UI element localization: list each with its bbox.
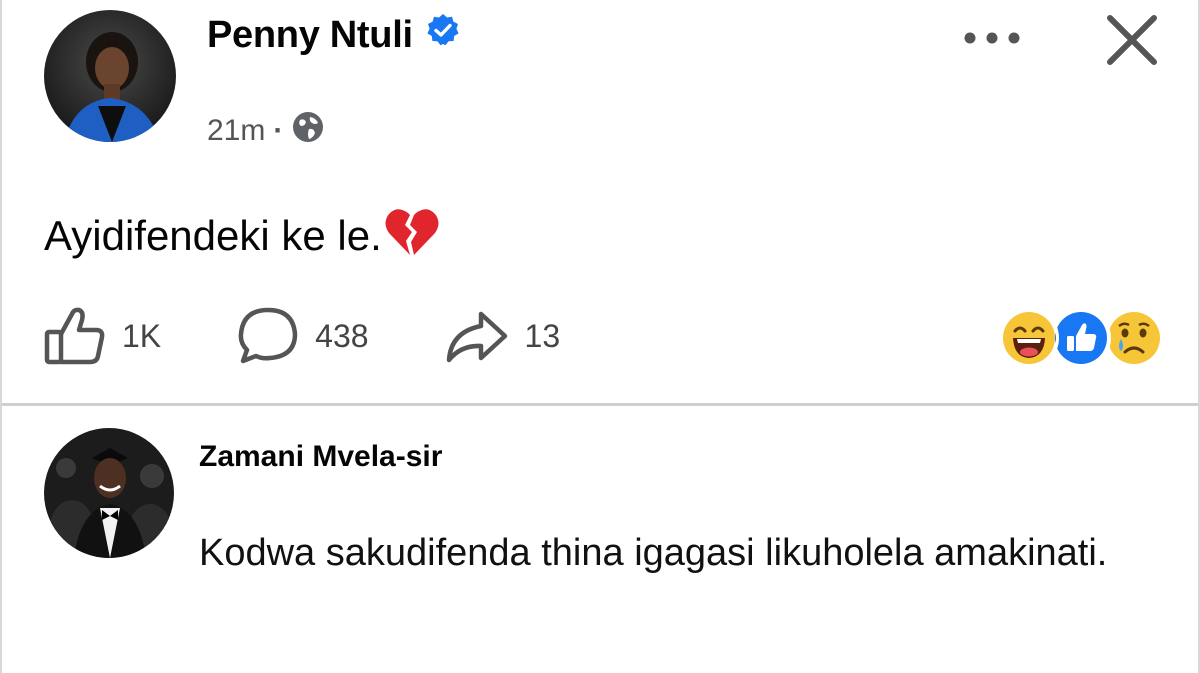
share-button[interactable]: 13 xyxy=(445,308,561,364)
facebook-post-screen: Penny Ntuli 21m · Ayidifendeki ke le. 1K… xyxy=(0,0,1200,673)
comment-count: 438 xyxy=(315,317,369,354)
commenter-name[interactable]: Zamani Mvela-sir xyxy=(199,440,442,474)
post-body: Ayidifendeki ke le. xyxy=(44,205,440,267)
meta-separator: · xyxy=(273,114,284,147)
share-arrow-icon xyxy=(446,311,507,363)
broken-heart-icon xyxy=(384,205,440,267)
author-avatar[interactable] xyxy=(44,10,176,142)
share-count: 13 xyxy=(524,317,561,354)
like-reaction-icon xyxy=(1051,308,1111,368)
post-meta: 21m · xyxy=(207,110,325,152)
globe-icon xyxy=(291,110,325,152)
like-button[interactable]: 1K xyxy=(44,306,161,366)
author-name[interactable]: Penny Ntuli xyxy=(207,12,461,58)
laughing-face-icon xyxy=(999,308,1059,368)
close-button[interactable] xyxy=(1097,5,1167,75)
post-text: Ayidifendeki ke le. xyxy=(44,212,382,259)
post-actions: 1K 438 13 xyxy=(44,305,636,367)
author-name-text: Penny Ntuli xyxy=(207,13,413,56)
thumbs-up-icon xyxy=(44,307,105,365)
comment-bubble-icon xyxy=(238,307,298,364)
comment-button[interactable]: 438 xyxy=(237,306,369,366)
more-dots-icon xyxy=(964,32,1020,44)
like-count: 1K xyxy=(122,317,162,354)
more-options-button[interactable] xyxy=(952,18,1032,58)
reactions-summary[interactable] xyxy=(999,308,1164,368)
post-time[interactable]: 21m xyxy=(207,114,265,148)
divider xyxy=(2,403,1198,406)
verified-badge-icon xyxy=(425,12,461,58)
sad-tear-face-icon xyxy=(1104,308,1164,368)
commenter-avatar[interactable] xyxy=(44,428,174,558)
close-icon xyxy=(1107,15,1157,65)
comment-text: Kodwa sakudifenda thina igagasi likuhole… xyxy=(199,532,1108,574)
